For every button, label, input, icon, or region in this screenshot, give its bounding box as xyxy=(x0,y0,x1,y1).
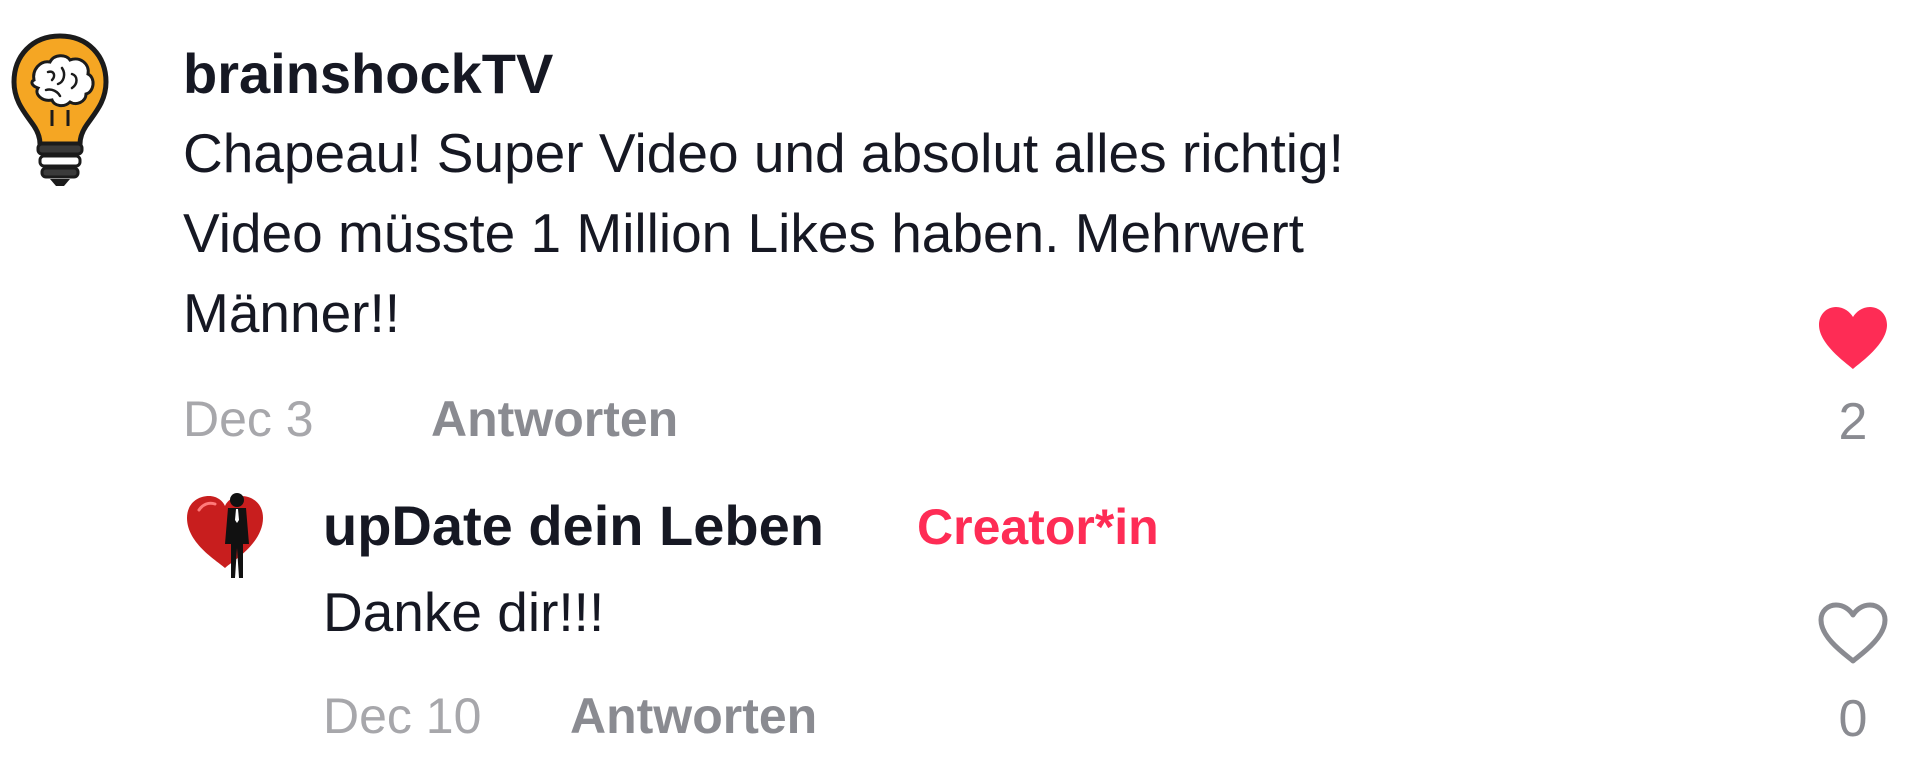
comment-author-name[interactable]: brainshockTV xyxy=(183,38,553,110)
comment-date: Dec 3 xyxy=(183,391,314,447)
reply-text: Danke dir!!! xyxy=(323,581,605,643)
brain-lightbulb-icon xyxy=(11,33,109,186)
reply-date: Dec 10 xyxy=(323,688,482,744)
heart-outline-icon[interactable] xyxy=(1815,600,1891,666)
like-count: 2 xyxy=(1838,393,1868,451)
reply-actions: Antworten xyxy=(570,683,817,749)
reply-like: 0 xyxy=(1808,600,1898,752)
comment-like: 2 xyxy=(1808,305,1898,455)
reply-button[interactable]: Antworten xyxy=(431,391,678,447)
creator-badge: Creator*in xyxy=(917,499,1159,555)
reply-author-name[interactable]: upDate dein Leben xyxy=(323,490,824,562)
heart-man-avatar-icon xyxy=(187,493,263,578)
comment-actions: Antworten xyxy=(431,386,678,452)
comment-meta: Dec 3 xyxy=(183,386,314,452)
reply-to-reply-button[interactable]: Antworten xyxy=(570,688,817,744)
reply-author-avatar[interactable] xyxy=(185,490,267,582)
heart-filled-icon[interactable] xyxy=(1815,305,1891,371)
reply-like-count: 0 xyxy=(1838,690,1868,748)
commenter-avatar[interactable] xyxy=(8,30,112,190)
comment-text: Chapeau! Super Video und absolut alles r… xyxy=(183,122,1344,344)
reply-meta: Dec 10 xyxy=(323,683,481,749)
